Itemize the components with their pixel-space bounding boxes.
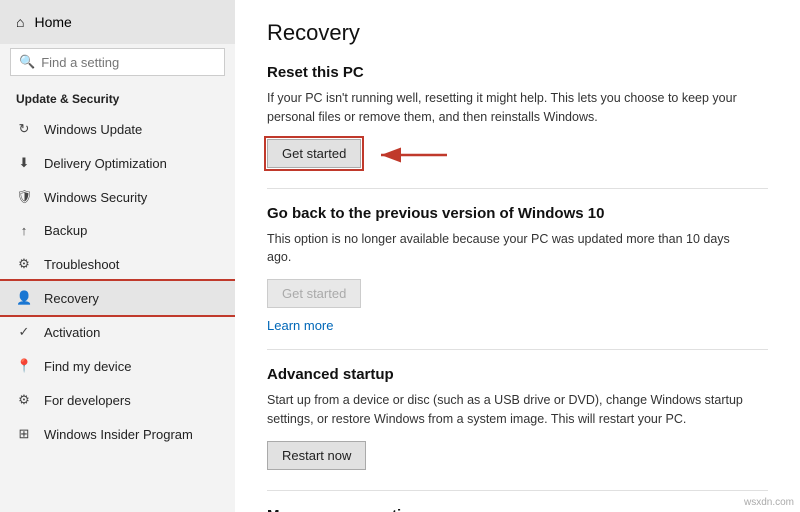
sidebar-item-backup[interactable]: ↑ Backup [0, 214, 235, 247]
activation-icon: ✓ [16, 324, 32, 340]
sidebar-item-label: Windows Security [44, 190, 147, 205]
sidebar-section-title: Update & Security [0, 84, 235, 112]
backup-icon: ↑ [16, 223, 32, 238]
more-recovery-title: More recovery options [267, 507, 768, 512]
find-device-icon: 📍 [16, 358, 32, 374]
get-started-wrap: Get started [267, 139, 768, 172]
sidebar-item-label: Windows Insider Program [44, 427, 193, 442]
sidebar-item-label: Activation [44, 325, 100, 340]
sidebar-item-label: For developers [44, 393, 131, 408]
sidebar: ⌂ Home 🔍 Update & Security ↻ Windows Upd… [0, 0, 235, 512]
divider-2 [267, 349, 768, 350]
search-box: 🔍 [10, 48, 225, 76]
main-content: Recovery Reset this PC If your PC isn't … [235, 0, 800, 512]
sidebar-item-for-developers[interactable]: ⚙ For developers [0, 383, 235, 417]
sidebar-item-home[interactable]: ⌂ Home [0, 0, 235, 44]
sidebar-item-label: Troubleshoot [44, 257, 119, 272]
go-back-section: Go back to the previous version of Windo… [267, 205, 768, 334]
go-back-desc: This option is no longer available becau… [267, 230, 747, 268]
page-title: Recovery [267, 20, 768, 46]
sidebar-item-activation[interactable]: ✓ Activation [0, 315, 235, 349]
sidebar-item-label: Recovery [44, 291, 99, 306]
divider-1 [267, 188, 768, 189]
home-label: Home [34, 14, 71, 30]
search-input[interactable] [41, 55, 216, 70]
restart-now-button[interactable]: Restart now [267, 441, 366, 470]
sidebar-item-delivery-optimization[interactable]: ⬇ Delivery Optimization [0, 146, 235, 180]
sidebar-item-windows-security[interactable]: 🛡 Windows Security [0, 180, 235, 214]
reset-pc-desc: If your PC isn't running well, resetting… [267, 89, 747, 127]
arrow-annotation [369, 140, 449, 170]
windows-update-icon: ↻ [16, 121, 32, 137]
search-icon: 🔍 [19, 54, 35, 70]
insider-icon: ⊞ [16, 426, 32, 442]
reset-pc-get-started-button[interactable]: Get started [267, 139, 361, 168]
reset-pc-section: Reset this PC If your PC isn't running w… [267, 64, 768, 172]
advanced-startup-section: Advanced startup Start up from a device … [267, 366, 768, 474]
recovery-icon: 👤 [16, 290, 32, 306]
sidebar-item-windows-update[interactable]: ↻ Windows Update [0, 112, 235, 146]
home-icon: ⌂ [16, 14, 24, 30]
reset-pc-title: Reset this PC [267, 64, 768, 81]
sidebar-item-label: Windows Update [44, 122, 142, 137]
go-back-title: Go back to the previous version of Windo… [267, 205, 768, 222]
advanced-startup-title: Advanced startup [267, 366, 768, 383]
more-recovery-section: More recovery options [267, 507, 768, 512]
sidebar-item-label: Find my device [44, 359, 131, 374]
divider-3 [267, 490, 768, 491]
developers-icon: ⚙ [16, 392, 32, 408]
security-icon: 🛡 [16, 189, 32, 205]
sidebar-item-troubleshoot[interactable]: ⚙ Troubleshoot [0, 247, 235, 281]
sidebar-item-label: Delivery Optimization [44, 156, 167, 171]
sidebar-item-windows-insider[interactable]: ⊞ Windows Insider Program [0, 417, 235, 451]
sidebar-item-find-my-device[interactable]: 📍 Find my device [0, 349, 235, 383]
watermark: wsxdn.com [744, 497, 794, 508]
go-back-get-started-button[interactable]: Get started [267, 279, 361, 308]
learn-more-link[interactable]: Learn more [267, 318, 333, 333]
delivery-icon: ⬇ [16, 155, 32, 171]
advanced-startup-desc: Start up from a device or disc (such as … [267, 391, 747, 429]
sidebar-item-recovery[interactable]: 👤 Recovery [0, 281, 235, 315]
sidebar-item-label: Backup [44, 223, 87, 238]
troubleshoot-icon: ⚙ [16, 256, 32, 272]
